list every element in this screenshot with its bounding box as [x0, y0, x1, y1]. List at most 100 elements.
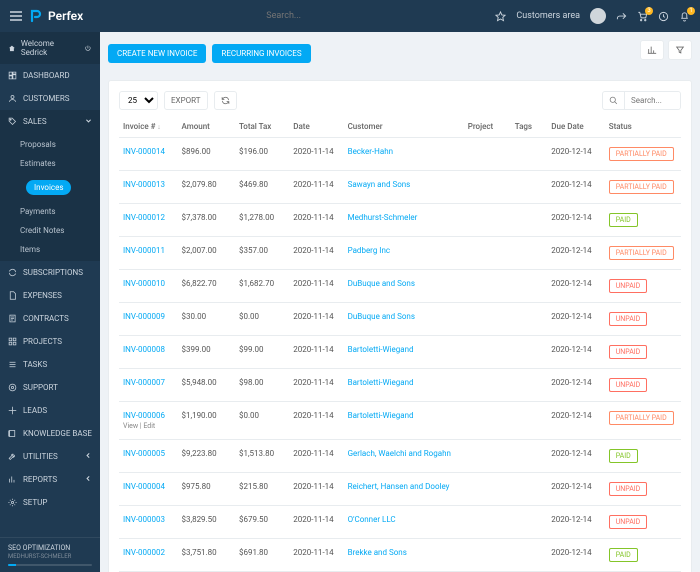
sidebar-item-dashboard[interactable]: DASHBOARD — [0, 64, 100, 87]
customer-link[interactable]: Gerlach, Waelchi and Rogahn — [348, 449, 451, 458]
sidebar-item-tasks[interactable]: TASKS — [0, 353, 100, 376]
cell: INV-000012 — [119, 204, 178, 237]
sidebar-item-utilities[interactable]: UTILITIES — [0, 445, 100, 468]
invoice-link[interactable]: INV-000009 — [123, 312, 165, 321]
customer-link[interactable]: DuBuque and Sons — [348, 312, 415, 321]
create-invoice-button[interactable]: CREATE NEW INVOICE — [108, 44, 206, 63]
cell: $0.00 — [235, 303, 289, 336]
share-icon[interactable] — [616, 11, 627, 22]
customer-link[interactable]: Bartoletti-Wiegand — [348, 378, 414, 387]
customer-link[interactable]: DuBuque and Sons — [348, 279, 415, 288]
sidebar-subitem-invoices[interactable]: Invoices — [6, 175, 94, 200]
cell — [511, 171, 548, 204]
col-status[interactable]: Status — [605, 116, 681, 138]
customer-link[interactable]: Padberg Inc — [348, 246, 391, 255]
invoice-link[interactable]: INV-000003 — [123, 515, 165, 524]
cell: $3,829.50 — [178, 506, 235, 539]
sidebar-subitem-credit-notes[interactable]: Credit Notes — [0, 221, 100, 240]
col-project[interactable]: Project — [464, 116, 511, 138]
cart-icon[interactable]: 3 — [637, 11, 648, 22]
chart-view-button[interactable] — [640, 40, 664, 60]
invoices-card: 25 EXPORT Invoice #AmountTotal TaxDateCu… — [108, 80, 692, 572]
customer-link[interactable]: O'Conner LLC — [348, 515, 396, 524]
row-actions: View | Edit — [123, 422, 174, 430]
sidebar-item-label: SUPPORT — [23, 383, 58, 392]
col-total-tax[interactable]: Total Tax — [235, 116, 289, 138]
sidebar-item-leads[interactable]: LEADS — [0, 399, 100, 422]
filter-button[interactable] — [668, 40, 692, 60]
edit-action[interactable]: Edit — [143, 422, 155, 430]
customer-link[interactable]: Becker-Hahn — [348, 147, 393, 156]
sidebar-item-knowledge-base[interactable]: KNOWLEDGE BASE — [0, 422, 100, 445]
tasks-icon — [8, 360, 17, 369]
invoice-link[interactable]: INV-000004 — [123, 482, 165, 491]
cart-badge: 3 — [645, 7, 653, 15]
sidebar-item-contracts[interactable]: CONTRACTS — [0, 307, 100, 330]
customer-link[interactable]: Bartoletti-Wiegand — [348, 345, 414, 354]
customer-link[interactable]: Reichert, Hansen and Dooley — [348, 482, 450, 491]
welcome-text: Welcome Sedrick — [21, 39, 74, 57]
col-invoice-[interactable]: Invoice # — [119, 116, 178, 138]
customer-link[interactable]: Medhurst-Schmeler — [348, 213, 418, 222]
cell: 2020-12-14 — [547, 303, 604, 336]
power-icon[interactable] — [84, 44, 92, 53]
col-customer[interactable]: Customer — [344, 116, 464, 138]
cell — [464, 506, 511, 539]
customer-link[interactable]: Bartoletti-Wiegand — [348, 411, 414, 420]
sidebar-subitem-label: Invoices — [26, 180, 71, 195]
sidebar-item-customers[interactable]: CUSTOMERS — [0, 87, 100, 110]
global-search-input[interactable] — [264, 10, 374, 22]
invoice-link[interactable]: INV-000013 — [123, 180, 165, 189]
refresh-button[interactable] — [214, 91, 237, 110]
star-icon[interactable] — [495, 11, 506, 22]
cell: $196.00 — [235, 138, 289, 171]
bell-icon[interactable]: 1 — [679, 11, 690, 22]
cell: $3,751.80 — [178, 539, 235, 572]
sidebar-item-expenses[interactable]: EXPENSES — [0, 284, 100, 307]
sidebar-item-setup[interactable]: SETUP — [0, 491, 100, 514]
clock-icon[interactable] — [658, 11, 669, 22]
invoice-link[interactable]: INV-000006 — [123, 411, 165, 420]
avatar[interactable] — [590, 8, 606, 24]
table-search-input[interactable] — [625, 92, 680, 109]
sidebar-subitem-proposals[interactable]: Proposals — [0, 135, 100, 154]
view-action[interactable]: View — [123, 422, 138, 430]
cell: $7,378.00 — [178, 204, 235, 237]
search-icon[interactable] — [603, 92, 625, 109]
invoice-link[interactable]: INV-000010 — [123, 279, 165, 288]
col-due-date[interactable]: Due Date — [547, 116, 604, 138]
customers-area-link[interactable]: Customers area — [516, 11, 580, 21]
cell: 2020-11-14 — [289, 303, 343, 336]
invoice-link[interactable]: INV-000005 — [123, 449, 165, 458]
customer-link[interactable]: Brekke and Sons — [348, 548, 407, 557]
invoice-link[interactable]: INV-000008 — [123, 345, 165, 354]
sidebar-subitem-payments[interactable]: Payments — [0, 202, 100, 221]
recurring-invoices-button[interactable]: RECURRING INVOICES — [212, 44, 310, 63]
pagesize-select[interactable]: 25 — [119, 91, 158, 110]
brand-logo[interactable]: Perfex — [30, 9, 83, 23]
sidebar-subitem-label: Credit Notes — [20, 226, 64, 235]
sidebar-item-subscriptions[interactable]: SUBSCRIPTIONS — [0, 261, 100, 284]
col-tags[interactable]: Tags — [511, 116, 548, 138]
cell — [511, 369, 548, 402]
col-date[interactable]: Date — [289, 116, 343, 138]
customer-link[interactable]: Sawayn and Sons — [348, 180, 411, 189]
invoice-link[interactable]: INV-000011 — [123, 246, 165, 255]
invoice-link[interactable]: INV-000014 — [123, 147, 165, 156]
sidebar-item-sales[interactable]: SALES — [0, 110, 100, 133]
cell: 2020-11-14 — [289, 138, 343, 171]
sidebar: Welcome Sedrick DASHBOARDCUSTOMERSSALES P… — [0, 32, 100, 572]
invoice-link[interactable]: INV-000007 — [123, 378, 165, 387]
sidebar-subitem-estimates[interactable]: Estimates — [0, 154, 100, 173]
export-button[interactable]: EXPORT — [164, 91, 208, 110]
col-amount[interactable]: Amount — [178, 116, 235, 138]
menu-toggle-icon[interactable] — [10, 11, 22, 21]
sidebar-item-support[interactable]: SUPPORT — [0, 376, 100, 399]
sidebar-subitem-items[interactable]: Items — [0, 240, 100, 259]
status-badge: UNPAID — [609, 345, 648, 359]
sidebar-item-projects[interactable]: PROJECTS — [0, 330, 100, 353]
sidebar-item-reports[interactable]: REPORTS — [0, 468, 100, 491]
invoice-link[interactable]: INV-000002 — [123, 548, 165, 557]
cell — [464, 539, 511, 572]
invoice-link[interactable]: INV-000012 — [123, 213, 165, 222]
